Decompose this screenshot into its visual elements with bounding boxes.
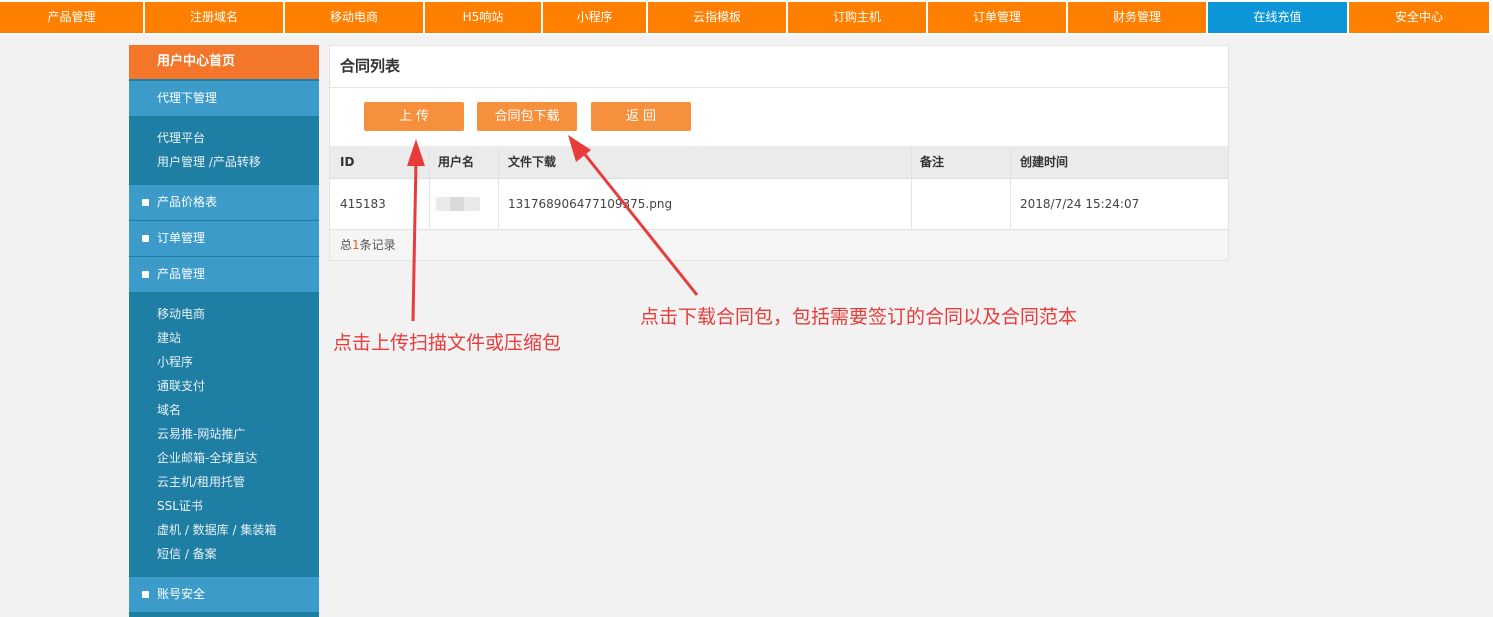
- download-arrow: [568, 135, 699, 296]
- download-hint-annotation: 点击下载合同包，包括需要签订的合同以及合同范本: [640, 306, 1078, 328]
- upload-hint-annotation: 点击上传扫描文件或压缩包: [333, 332, 562, 354]
- upload-arrow: [407, 139, 425, 322]
